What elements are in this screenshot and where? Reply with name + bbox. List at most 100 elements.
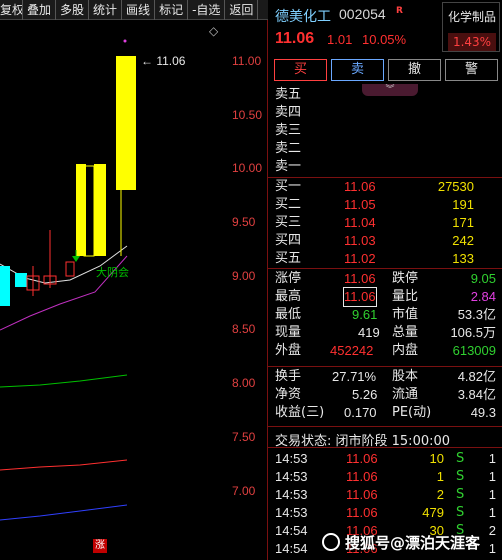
ask-label: 卖五	[275, 87, 302, 102]
tick-row: 14:53 11.06 10 S 1	[268, 450, 502, 468]
stat-value: 53.3亿	[457, 307, 496, 322]
ma-blue-line	[0, 504, 128, 521]
candlestick-chart[interactable]: ◇ ← 11.06 11.00 10.50 10.00 9.50 9.00 8.…	[0, 20, 268, 560]
candle-2	[15, 273, 27, 287]
stock-name[interactable]: 德美化工	[275, 6, 331, 26]
axis-label-9-50: 9.50	[232, 215, 256, 229]
stat-label: 量比	[392, 289, 419, 304]
tick-time: 14:53	[275, 451, 308, 466]
tick-time: 14:54	[275, 523, 308, 538]
stat-row-limit: 涨停 11.06 跌停 9.05	[268, 270, 502, 288]
bid-label: 买四	[275, 233, 302, 248]
stat-value: 2.84	[470, 289, 496, 304]
stat-value: 3.84亿	[457, 387, 496, 402]
pattern-annotation: 大阴会	[96, 266, 129, 279]
price-change-pct: 10.05%	[362, 32, 407, 47]
bid-row-4[interactable]: 买四 11.03 242	[268, 232, 502, 250]
stat-label: 跌停	[392, 271, 419, 286]
chart-canvas	[0, 39, 136, 521]
tick-row: 14:53 11.06 1 S 1	[268, 468, 502, 486]
bid-price: 11.02	[344, 251, 376, 266]
stat-label: 市值	[392, 307, 419, 322]
tick-count: 1	[488, 451, 496, 466]
stat-row-outer-inner: 外盘 452242 内盘 613009	[268, 342, 502, 360]
bid-row-1[interactable]: 买一 11.06 27530	[268, 178, 502, 196]
ask-label: 卖二	[275, 141, 302, 156]
chart-settings-diamond-icon[interactable]: ◇	[209, 24, 218, 38]
stat-value: 419	[358, 325, 380, 340]
tick-count: 2	[488, 523, 496, 538]
high-marker-dot	[123, 39, 127, 43]
divider	[268, 366, 502, 367]
stat-label: 流通	[392, 387, 419, 402]
tick-time: 14:53	[275, 487, 308, 502]
axis-label-7-00: 7.00	[232, 484, 256, 498]
toolbar-stats-button[interactable]: 统计	[89, 0, 123, 20]
watermark-text: 搜狐号@漂泊天涯客	[345, 534, 481, 552]
tick-price: 11.06	[346, 451, 378, 466]
divider	[268, 268, 502, 269]
stat-value: 11.06	[343, 287, 377, 307]
tick-volume: 479	[422, 505, 444, 520]
chart-toolbar: 复权 叠加 多股 统计 画线 标记 -自选 返回	[0, 0, 268, 20]
stat-value: 613009	[452, 343, 496, 358]
stat-value: 106.5万	[450, 325, 496, 340]
bid-volume: 133	[452, 251, 474, 266]
bid-row-5[interactable]: 买五 11.02 133	[268, 250, 502, 268]
high-price-label: ← 11.06	[141, 54, 186, 68]
stat-value: 4.82亿	[457, 369, 496, 384]
toolbar-mark-button[interactable]: 标记	[155, 0, 189, 20]
axis-label-10-50: 10.50	[232, 108, 263, 122]
axis-label-9-00: 9.00	[232, 269, 256, 283]
tick-row: 14:53 11.06 479 S 1	[268, 504, 502, 522]
stat-value: 0.170	[344, 405, 377, 420]
buy-button[interactable]: 买	[274, 59, 327, 81]
candle-7	[94, 164, 106, 256]
tick-side: S	[456, 505, 465, 520]
stat-row-high: 最高 11.06 量比 2.84	[268, 287, 502, 307]
price-change: 1.01	[327, 32, 353, 47]
ask-row-2: 卖二	[268, 140, 502, 158]
ma-red-line	[0, 459, 128, 471]
tick-volume: 10	[429, 451, 444, 466]
bid-row-3[interactable]: 买三 11.04 171	[268, 214, 502, 232]
bid-price: 11.05	[344, 197, 376, 212]
stat-value: 9.05	[470, 271, 496, 286]
toolbar-draw-line-button[interactable]: 画线	[122, 0, 156, 20]
toolbar-restore-rights-button[interactable]: 复权	[0, 0, 23, 20]
sector-box[interactable]: 化学制品 1.43%	[442, 2, 500, 52]
stat-label: 净资	[275, 387, 302, 402]
alert-button[interactable]: 警	[445, 59, 498, 81]
bid-price: 11.03	[344, 233, 376, 248]
tick-time: 14:54	[275, 541, 308, 556]
toolbar-overlay-button[interactable]: 叠加	[23, 0, 57, 20]
cancel-order-button[interactable]: 撤	[388, 59, 441, 81]
stat-label: 内盘	[392, 343, 419, 358]
tick-price: 11.06	[346, 487, 378, 502]
stat-label: 股本	[392, 369, 419, 384]
axis-label-8-00: 8.00	[232, 376, 256, 390]
sector-change-pct: 1.43%	[448, 33, 496, 51]
stat-value: 27.71%	[332, 369, 377, 384]
toolbar-remove-watchlist-button[interactable]: -自选	[188, 0, 226, 20]
stat-label: 换手	[275, 369, 302, 384]
axis-label-10-00: 10.00	[232, 161, 263, 175]
bid-volume: 27530	[437, 179, 474, 194]
limit-up-badge: 涨	[93, 539, 107, 553]
last-price: 11.06	[275, 30, 315, 47]
tick-side: S	[456, 487, 465, 502]
toolbar-back-button[interactable]: 返回	[225, 0, 259, 20]
bid-row-2[interactable]: 买二 11.05 191	[268, 196, 502, 214]
stock-code: 002054	[339, 6, 386, 22]
sell-button[interactable]: 卖	[331, 59, 384, 81]
stat-label: 最高	[275, 289, 302, 304]
tick-volume: 2	[436, 487, 444, 502]
ask-label: 卖四	[275, 105, 302, 120]
divider	[268, 447, 502, 448]
axis-label-8-50: 8.50	[232, 322, 256, 336]
stat-label: 收益(三)	[275, 405, 325, 420]
bid-volume: 191	[452, 197, 474, 212]
stat-value: 49.3	[470, 405, 496, 420]
stat-label: 最低	[275, 307, 302, 322]
toolbar-multi-stock-button[interactable]: 多股	[56, 0, 90, 20]
